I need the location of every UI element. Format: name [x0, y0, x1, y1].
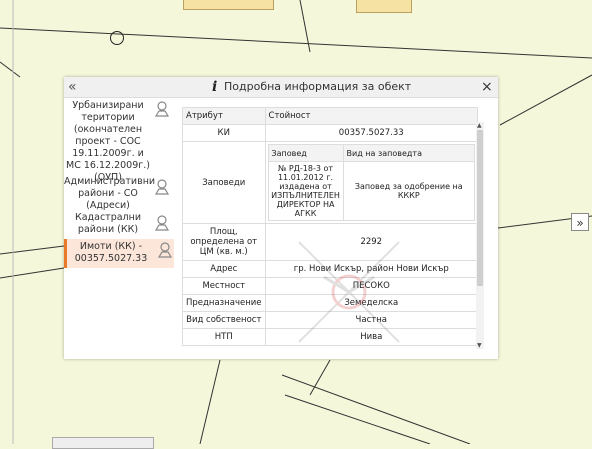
- scroll-down-arrow-icon[interactable]: ▼: [477, 342, 482, 349]
- expand-panel-button[interactable]: »: [571, 213, 589, 231]
- popup-title: Подробна информация за обект: [224, 80, 412, 93]
- sidebar-item-label: Административни райони - СО (Адреси): [64, 176, 156, 211]
- layer-info-icon: [157, 242, 173, 258]
- attribute-cell: Заповеди: [182, 141, 266, 224]
- order-type-cell: Заповед за одобрение на КККР: [342, 161, 476, 221]
- attribute-cell: Местност: [182, 277, 266, 295]
- scroll-up-arrow-icon[interactable]: ▲: [477, 122, 482, 129]
- sidebar-item-label: Кадастрални райони (КК): [74, 212, 142, 235]
- column-header: Вид на заповедта: [342, 144, 476, 162]
- table-row: КИ 00357.5027.33: [182, 124, 479, 142]
- popup-header: « i Подробна информация за обект ×: [64, 77, 498, 98]
- sidebar-item-properties[interactable]: Имоти (КК) - 00357.5027.33: [64, 239, 174, 268]
- attribute-cell: Вид собственост: [182, 311, 266, 329]
- object-info-popup: « i Подробна информация за обект × Урбан…: [64, 77, 498, 359]
- layer-info-icon: [154, 101, 170, 117]
- attribute-cell: Площ, определена от ЦМ (кв. м.): [182, 223, 266, 261]
- close-popup-button[interactable]: ×: [481, 78, 493, 96]
- map-point-marker[interactable]: [110, 31, 124, 45]
- scale-bar: [52, 437, 154, 449]
- sidebar-item-label: Имоти (КК) - 00357.5027.33: [74, 241, 148, 264]
- table-scrollbar[interactable]: ▲ ▼: [476, 122, 484, 349]
- sidebar-item-administrative-districts[interactable]: Административни райони - СО (Адреси): [64, 176, 174, 212]
- scroll-thumb[interactable]: [477, 130, 483, 286]
- parcel-shape[interactable]: [356, 0, 412, 13]
- attribute-cell: НТП: [182, 328, 266, 346]
- info-icon: i: [212, 79, 218, 95]
- table-header-row: Атрибут Стойност: [182, 107, 479, 125]
- sidebar-item-urbanized-territories[interactable]: Урбанизирани територии (окончателен прое…: [64, 98, 174, 183]
- watermark-emblem-icon: [298, 241, 400, 343]
- value-cell: 00357.5027.33: [264, 124, 479, 142]
- attribute-cell: Предназначение: [182, 294, 266, 312]
- sidebar-item-cadastral-districts[interactable]: Кадастрални райони (КК): [64, 212, 174, 238]
- table-row: № РД-18-3 от 11.01.2012 г. издадена от И…: [267, 161, 476, 221]
- order-cell: № РД-18-3 от 11.01.2012 г. издадена от И…: [267, 161, 344, 221]
- column-header: Стойност: [264, 107, 479, 125]
- parcel-shape[interactable]: [183, 0, 274, 10]
- attribute-cell: Адрес: [182, 260, 266, 278]
- column-header: Заповед: [267, 144, 344, 162]
- orders-cell: Заповед Вид на заповедта № РД-18-3 от 11…: [264, 141, 479, 224]
- layer-info-icon: [154, 215, 170, 231]
- collapse-sidebar-button[interactable]: «: [68, 78, 77, 96]
- layer-sidebar: Урбанизирани територии (окончателен прое…: [64, 98, 174, 359]
- layer-info-icon: [154, 179, 170, 195]
- sidebar-item-label: Урбанизирани територии (окончателен прое…: [66, 100, 150, 183]
- table-row: Заповеди Заповед Вид на заповедта № РД-1…: [182, 141, 479, 224]
- attribute-cell: КИ: [182, 124, 266, 142]
- table-header-row: Заповед Вид на заповедта: [267, 144, 476, 162]
- orders-table: Заповед Вид на заповедта № РД-18-3 от 11…: [267, 144, 476, 221]
- column-header: Атрибут: [182, 107, 266, 125]
